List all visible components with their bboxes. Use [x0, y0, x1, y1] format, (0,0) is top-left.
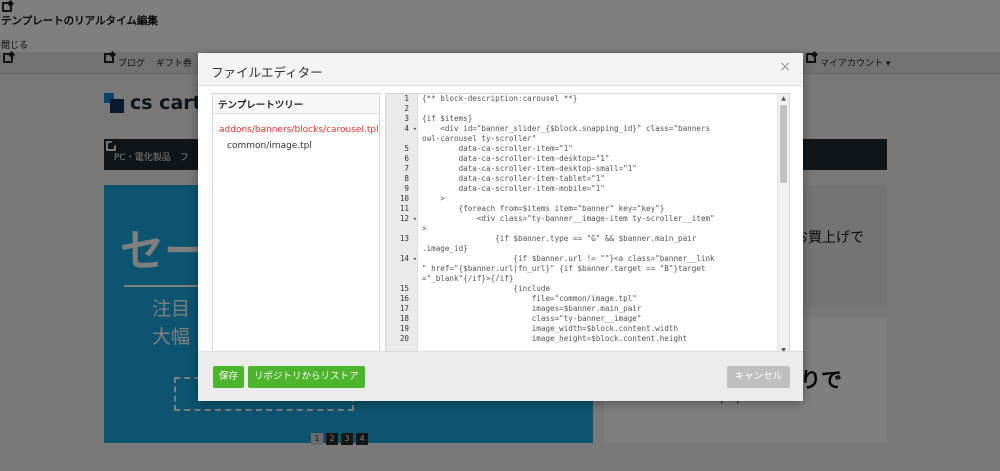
code-text: " href="{$banner.url|fn_url}" {if $banne… [422, 264, 706, 273]
code-content[interactable]: 1 {** block-description:carousel **} 2 3 {if… [386, 94, 778, 354]
code-text: {if $items} [422, 114, 473, 123]
code-line[interactable]: 16 file="common/image.tpl" [386, 294, 778, 304]
code-line[interactable]: " href="{$banner.url|fn_url}" {if $banne… [386, 264, 778, 274]
code-text: data-ca-scroller-item="1" [422, 144, 573, 153]
line-number: 8 [404, 174, 409, 183]
editor-scrollbar[interactable]: ▲ ▼ [777, 94, 789, 354]
line-number: 20 [399, 334, 409, 343]
code-text: > [422, 194, 445, 203]
code-line[interactable]: > [386, 224, 778, 234]
code-text: {include [422, 284, 551, 293]
code-line[interactable]: 11 {foreach from=$items item="banner" ke… [386, 204, 778, 214]
file-editor-dialog: ファイルエディター × テンプレートツリー addons/banners/blo… [198, 53, 803, 401]
line-number [386, 134, 418, 144]
code-text: {foreach from=$items item="banner" key="… [422, 204, 665, 213]
code-line[interactable]: 1 {** block-description:carousel **} [386, 94, 778, 104]
code-text: data-ca-scroller-item-desktop="1" [422, 154, 610, 163]
code-line[interactable]: 5 data-ca-scroller-item="1" [386, 144, 778, 154]
tree-item-image-tpl[interactable]: common/image.tpl [213, 138, 379, 154]
restore-from-repository-button[interactable]: リポジトリからリストア [248, 366, 365, 388]
line-number: 16 [399, 294, 409, 303]
code-line[interactable]: owl-carousel ty-scroller" [386, 134, 778, 144]
code-line[interactable]: 12 <div class="ty-banner__image-item ty-… [386, 214, 778, 224]
tree-item-carousel-tpl[interactable]: addons/banners/blocks/carousel.tpl [213, 122, 379, 138]
code-line[interactable]: 8 data-ca-scroller-item-tablet="1" [386, 174, 778, 184]
line-number: 18 [399, 314, 409, 323]
line-number: 4 [386, 124, 418, 134]
scrollbar-thumb[interactable] [780, 105, 787, 183]
line-number: 13 [399, 234, 409, 243]
code-text: data-ca-scroller-item-tablet="1" [422, 174, 605, 183]
code-text: data-ca-scroller-item-mobile="1" [422, 184, 605, 193]
save-button[interactable]: 保存 [213, 366, 245, 388]
line-number: 19 [399, 324, 409, 333]
code-text: > [422, 224, 427, 233]
code-text: image_height=$block.content.height [422, 334, 688, 343]
code-line[interactable]: 9 data-ca-scroller-item-mobile="1" [386, 184, 778, 194]
line-number: 9 [404, 184, 409, 193]
line-number: 6 [404, 154, 409, 163]
line-number: 7 [404, 164, 409, 173]
dialog-header: ファイルエディター × [198, 53, 803, 86]
code-line[interactable]: 15 {include [386, 284, 778, 294]
line-number: 5 [404, 144, 409, 153]
code-text: images=$banner.main_pair [422, 304, 642, 313]
line-number: 10 [399, 194, 409, 203]
code-text: class="ty-banner__image" [422, 314, 642, 323]
code-line[interactable]: .image_id} [386, 244, 778, 254]
code-line[interactable]: 2 [386, 104, 778, 114]
code-line[interactable]: 13 {if $banner.type == "G" && $banner.ma… [386, 234, 778, 244]
line-number: 2 [404, 104, 409, 113]
scroll-up-arrow-icon[interactable]: ▲ [778, 94, 789, 104]
code-line[interactable]: 6 data-ca-scroller-item-desktop="1" [386, 154, 778, 164]
code-line[interactable]: 17 images=$banner.main_pair [386, 304, 778, 314]
code-line[interactable]: 20 image_height=$block.content.height [386, 334, 778, 344]
line-number: 1 [404, 94, 409, 103]
dialog-title: ファイルエディター [211, 65, 323, 80]
code-line[interactable]: 4 <div id="banner_slider_{$block.snappin… [386, 124, 778, 134]
code-line[interactable]: 18 class="ty-banner__image" [386, 314, 778, 324]
code-editor[interactable]: 1 {** block-description:carousel **} 2 3 {if… [385, 93, 790, 355]
code-text: <div id="banner_slider_{$block.snapping_… [422, 124, 711, 133]
line-number: 17 [399, 304, 409, 313]
code-line[interactable]: 3 {if $items} [386, 114, 778, 124]
code-text: image_width=$block.content.width [422, 324, 679, 333]
line-number: 3 [404, 114, 409, 123]
close-icon[interactable]: × [779, 60, 791, 74]
code-text: <div class="ty-banner__image-item ty-scr… [422, 214, 715, 223]
code-text: data-ca-scroller-item-desktop-small="1" [422, 164, 637, 173]
code-line[interactable]: 10 > [386, 194, 778, 204]
cancel-button[interactable]: キャンセル [727, 366, 790, 388]
code-text: {if $banner.url != ""}<a class="banner__… [422, 254, 715, 263]
code-text: ="_blank"{/if}>{/if} [422, 274, 514, 283]
code-text: file="common/image.tpl" [422, 294, 637, 303]
template-tree-header: テンプレートツリー [213, 94, 379, 114]
code-text: {** block-description:carousel **} [422, 94, 578, 103]
code-line[interactable]: 14 {if $banner.url != ""}<a class="banne… [386, 254, 778, 264]
code-text: {if $banner.type == "G" && $banner.main_… [422, 234, 697, 243]
line-number: 15 [399, 284, 409, 293]
code-line[interactable]: 19 image_width=$block.content.width [386, 324, 778, 334]
line-number [386, 274, 418, 284]
line-number: 14 [386, 254, 418, 264]
line-number: 11 [399, 204, 409, 213]
line-number [386, 264, 418, 274]
code-line[interactable]: ="_blank"{/if}>{/if} [386, 274, 778, 284]
dialog-footer: 保存 リポジトリからリストア キャンセル [198, 351, 803, 401]
code-line[interactable]: 7 data-ca-scroller-item-desktop-small="1… [386, 164, 778, 174]
line-number [386, 224, 418, 234]
code-text: .image_id} [422, 244, 468, 253]
template-tree-panel: テンプレートツリー addons/banners/blocks/carousel… [212, 93, 380, 352]
line-number: 12 [386, 214, 418, 224]
line-number [386, 244, 418, 254]
code-text: owl-carousel ty-scroller" [422, 134, 537, 143]
